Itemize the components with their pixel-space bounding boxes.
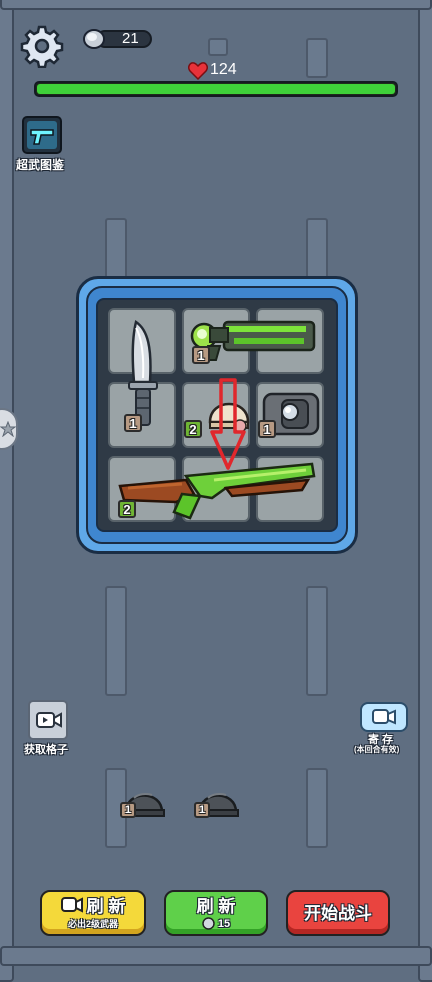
star-icon [0, 421, 16, 437]
refresh-ad-sublabel: 必出2级武器 [67, 919, 118, 929]
helmet-level-badge: 2 [184, 420, 202, 438]
coin-counter: 21 [82, 28, 154, 50]
bench-helmet-level-badge: 1 [120, 802, 136, 818]
bench-helmet-level-badge: 1 [194, 802, 210, 818]
video-icon [36, 712, 62, 728]
health-display: 124 [188, 60, 248, 80]
video-icon [372, 709, 396, 725]
coin-count: 21 [122, 30, 139, 47]
refresh-coin-cost: 15 [217, 917, 231, 930]
start-battle-label: 开始战斗 [304, 903, 372, 923]
rifle-level-badge: 1 [192, 346, 210, 364]
refresh-coin-button[interactable]: 刷 新 15 [164, 890, 268, 936]
get-slot-label: 获取格子 [24, 744, 68, 756]
pistol-icon [30, 129, 54, 145]
weapon-guide-button[interactable]: 超武图鉴 [16, 116, 72, 174]
arrow-down-icon [210, 378, 246, 470]
settings-button[interactable] [20, 24, 64, 69]
store-sublabel: (本回合有效) [354, 745, 400, 754]
health-bar-fill [37, 84, 395, 94]
refresh-ad-button[interactable]: 刷 新 必出2级武器 [40, 890, 146, 936]
health-value: 124 [210, 61, 237, 78]
get-slot-button[interactable]: 获取格子 [24, 700, 72, 756]
heart-icon [188, 62, 208, 80]
gear-icon [20, 25, 64, 69]
bench-helmet-item[interactable]: 1 [194, 786, 240, 820]
bench-helmet-item[interactable]: 1 [120, 786, 166, 820]
health-bar [34, 81, 398, 97]
shotgun-level-badge: 2 [118, 500, 136, 518]
refresh-ad-label: 刷 新 [86, 897, 126, 916]
video-icon [60, 896, 83, 913]
store-button[interactable]: 寄 存 (本回合有效) [352, 698, 414, 756]
refresh-coin-label: 刷 新 [196, 897, 236, 916]
shield-level-badge: 1 [258, 420, 276, 438]
coin-icon [83, 29, 105, 49]
weapon-guide-label: 超武图鉴 [16, 158, 65, 172]
start-battle-button[interactable]: 开始战斗 [286, 890, 390, 936]
side-star-button[interactable] [0, 408, 18, 450]
coin-icon [202, 917, 215, 930]
knife-level-badge: 1 [124, 414, 142, 432]
